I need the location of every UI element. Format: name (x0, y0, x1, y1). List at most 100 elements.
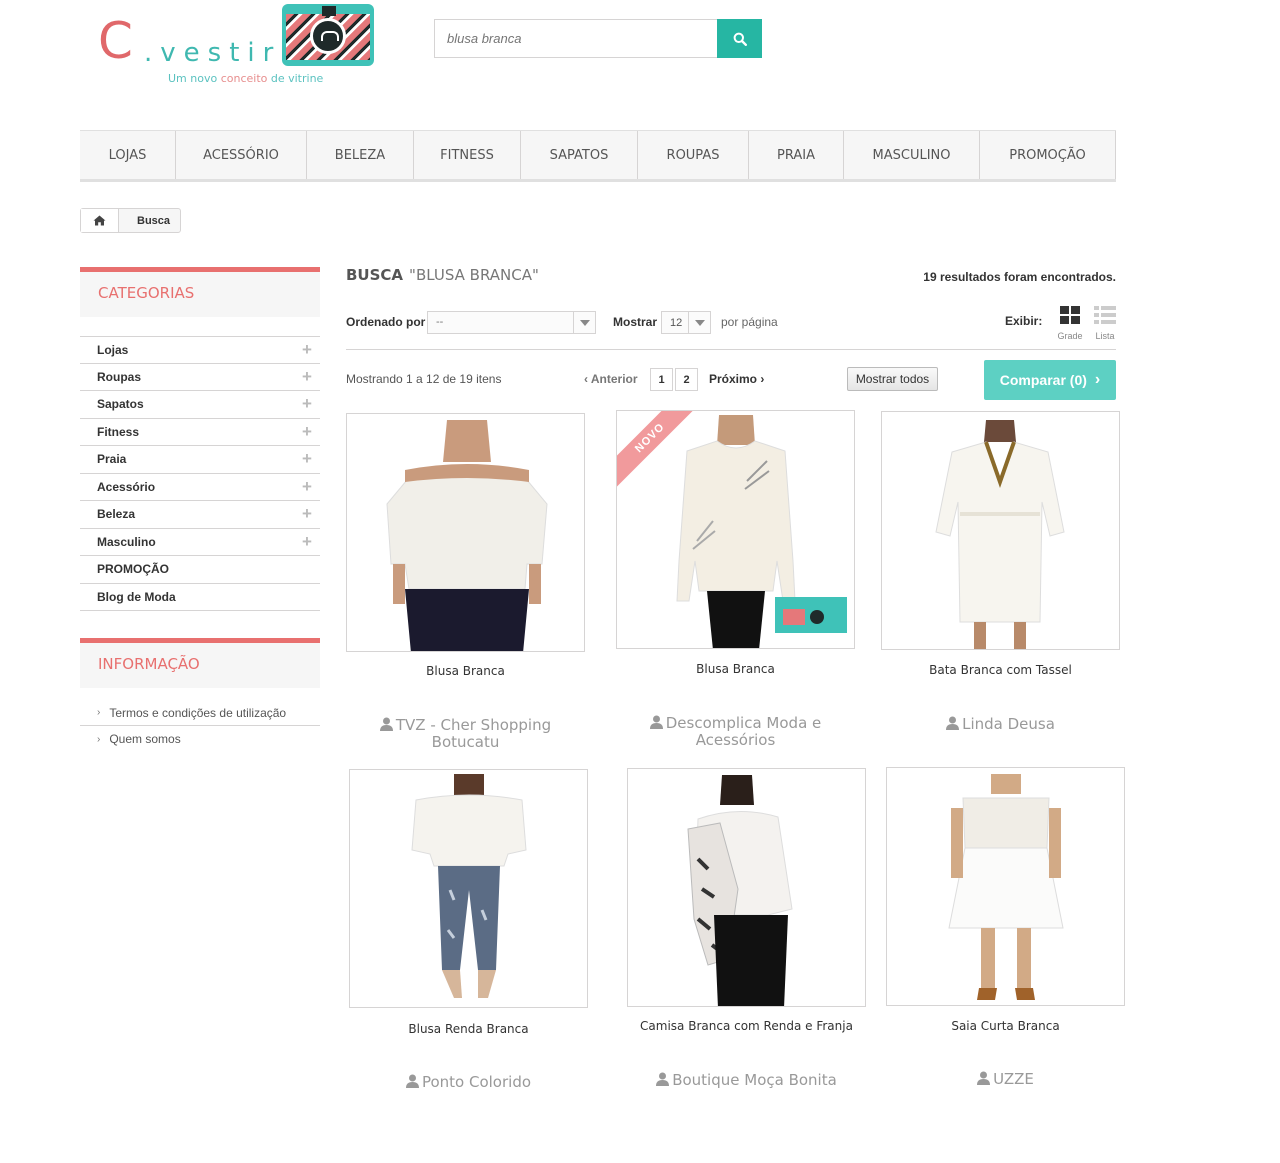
product-image[interactable] (346, 413, 585, 652)
category-item[interactable]: Blog de Moda (80, 584, 320, 611)
show-all-button[interactable]: Mostrar todos (847, 367, 938, 391)
info-list: › Termos e condições de utilização › Quem … (80, 700, 320, 752)
product-image[interactable] (886, 767, 1125, 1006)
category-label: Blog de Moda (97, 589, 176, 604)
category-label: Masculino (97, 534, 156, 549)
menu-item-promocao[interactable]: PROMOÇÃO (980, 131, 1116, 179)
info-link-label: Termos e condições de utilização (109, 705, 287, 720)
plus-icon[interactable]: + (294, 501, 320, 527)
main-menu: LOJAS ACESSÓRIO BELEZA FITNESS SAPATOS R… (80, 130, 1116, 182)
menu-item-roupas[interactable]: ROUPAS (638, 131, 749, 179)
product-name[interactable]: Saia Curta Branca (886, 1019, 1125, 1033)
product-store[interactable]: TVZ - Cher Shopping Botucatu (346, 717, 585, 751)
plus-icon[interactable]: + (294, 337, 320, 363)
view-grid-label: Grade (1057, 331, 1083, 341)
chevron-down-icon (573, 312, 595, 333)
camera-logo-icon (282, 4, 374, 66)
info-link[interactable]: › Quem somos (80, 726, 320, 752)
search-box (434, 19, 762, 58)
product-image[interactable] (881, 411, 1120, 650)
home-icon (93, 215, 106, 226)
per-page-select[interactable]: 12 (661, 311, 711, 334)
product-store[interactable]: Ponto Colorido (349, 1074, 588, 1091)
product-image[interactable] (627, 768, 866, 1007)
show-label: Mostrar (613, 315, 658, 329)
breadcrumb-home[interactable] (81, 209, 119, 232)
chevron-left-icon: ‹ (584, 372, 591, 386)
compare-button[interactable]: Comparar (0) › (984, 360, 1116, 400)
result-count: 19 resultados foram encontrados. (923, 270, 1116, 284)
menu-item-acessorio[interactable]: ACESSÓRIO (176, 131, 307, 179)
sort-select[interactable]: -- (427, 311, 596, 334)
plus-icon[interactable]: + (294, 474, 320, 500)
category-item[interactable]: Praia + (80, 446, 320, 474)
category-item[interactable]: Roupas + (80, 364, 320, 391)
showing-count: Mostrando 1 a 12 de 19 itens (346, 372, 502, 386)
chevron-down-icon (688, 312, 710, 333)
chevron-right-icon: › (97, 707, 101, 718)
search-button[interactable] (717, 19, 762, 58)
user-icon (946, 716, 960, 730)
product-store[interactable]: Descomplica Moda e Acessórios (616, 715, 855, 749)
product-store[interactable]: UZZE (886, 1071, 1125, 1088)
product-name[interactable]: Blusa Branca (616, 662, 855, 676)
plus-icon[interactable]: + (294, 529, 320, 555)
menu-item-fitness[interactable]: FITNESS (414, 131, 521, 179)
menu-item-beleza[interactable]: BELEZA (307, 131, 414, 179)
product-store[interactable]: Linda Deusa (881, 716, 1120, 733)
menu-item-masculino[interactable]: MASCULINO (844, 131, 980, 179)
category-item[interactable]: PROMOÇÃO (80, 556, 320, 584)
menu-item-sapatos[interactable]: SAPATOS (521, 131, 638, 179)
sort-label: Ordenado por (346, 315, 426, 329)
pagination-next[interactable]: Próximo › (709, 372, 764, 386)
divider (346, 349, 1116, 350)
plus-icon[interactable]: + (294, 446, 320, 472)
search-icon (733, 32, 747, 46)
plus-icon[interactable]: + (294, 391, 320, 417)
plus-icon[interactable]: + (294, 364, 320, 390)
pagination-previous[interactable]: ‹ Anterior (584, 372, 638, 386)
search-input[interactable] (435, 20, 719, 57)
logo-tagline: Um novo conceito de vitrine (168, 72, 324, 85)
category-label: Lojas (97, 342, 129, 357)
pagination-page-1[interactable]: 1 (650, 368, 673, 391)
chevron-right-icon: › (1094, 371, 1101, 388)
product-name[interactable]: Bata Branca com Tassel (881, 663, 1120, 677)
logo-mark: C (98, 12, 133, 70)
category-item[interactable]: Fitness + (80, 419, 320, 446)
category-label: PROMOÇÃO (97, 562, 169, 577)
chevron-right-icon: › (757, 372, 765, 386)
page-title: BUSCA "BLUSA BRANCA" (346, 266, 539, 284)
category-label: Beleza (97, 507, 136, 522)
grid-icon (1060, 306, 1080, 324)
categories-title: CATEGORIAS (80, 267, 320, 317)
site-logo[interactable]: C .vestir Um novo conceito de vitrine (98, 4, 378, 94)
view-list-button[interactable]: Lista (1092, 306, 1118, 341)
category-item[interactable]: Beleza + (80, 501, 320, 529)
user-icon (405, 1074, 419, 1088)
view-grid-button[interactable]: Grade (1056, 306, 1084, 341)
search-query: "BLUSA BRANCA" (409, 266, 539, 284)
plus-icon[interactable]: + (294, 419, 320, 445)
menu-item-lojas[interactable]: LOJAS (80, 131, 176, 179)
user-icon (379, 717, 393, 731)
product-name[interactable]: Blusa Renda Branca (349, 1022, 588, 1036)
user-icon (649, 715, 663, 729)
product-name[interactable]: Blusa Branca (346, 664, 585, 678)
product-image[interactable]: NOVO (616, 410, 855, 649)
category-item[interactable]: Lojas + (80, 336, 320, 364)
info-link[interactable]: › Termos e condições de utilização (80, 700, 320, 726)
category-label: Praia (97, 452, 127, 467)
product-store[interactable]: Boutique Moça Bonita (627, 1072, 866, 1089)
category-item[interactable]: Acessório + (80, 474, 320, 501)
pagination-page-2[interactable]: 2 (675, 368, 698, 391)
menu-item-praia[interactable]: PRAIA (749, 131, 844, 179)
logo-word: .vestir (144, 38, 282, 68)
category-item[interactable]: Masculino + (80, 529, 320, 556)
category-item[interactable]: Sapatos + (80, 391, 320, 419)
product-image[interactable] (349, 769, 588, 1008)
categories-list: Lojas + Roupas + Sapatos + Fitness + Praia + … (80, 336, 320, 611)
sort-value: -- (436, 316, 444, 328)
product-name[interactable]: Camisa Branca com Renda e Franja (627, 1019, 866, 1033)
breadcrumb-current: Busca (137, 214, 171, 227)
